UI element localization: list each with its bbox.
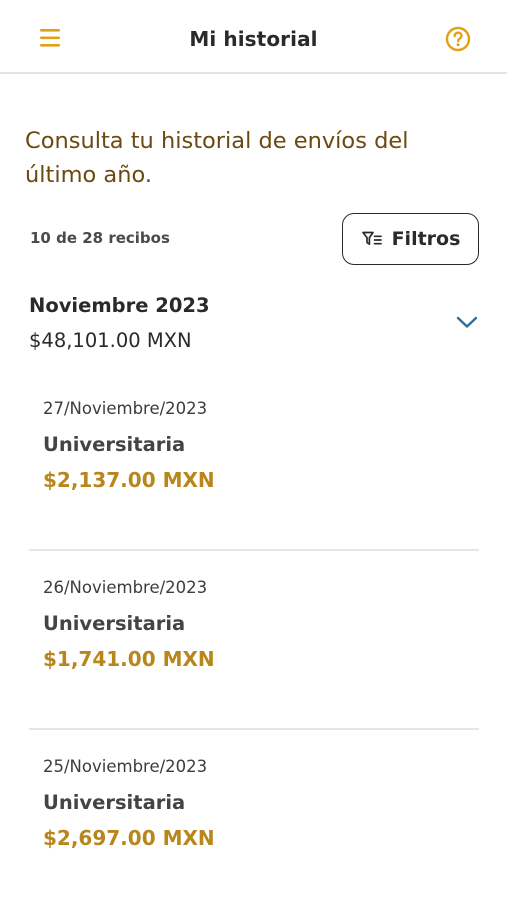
receipt-name: Universitaria <box>43 433 186 456</box>
page-title: Mi historial <box>189 27 318 51</box>
help-circle-icon <box>445 26 471 52</box>
receipt-count: 10 de 28 recibos <box>30 229 170 247</box>
intro-text: Consulta tu historial de envíos del últi… <box>25 128 409 188</box>
filters-button[interactable]: Filtros <box>342 213 479 265</box>
receipt-amount: $2,137.00 MXN <box>43 468 215 492</box>
filter-icon <box>361 230 383 248</box>
receipt-amount: $1,741.00 MXN <box>43 647 215 671</box>
month-total: $48,101.00 MXN <box>29 329 192 352</box>
receipt-item[interactable]: 26/Noviembre/2023 Universitaria $1,741.0… <box>29 578 479 740</box>
receipt-name: Universitaria <box>43 791 186 814</box>
month-title: Noviembre 2023 <box>29 294 210 317</box>
help-button[interactable] <box>444 25 472 53</box>
receipt-name: Universitaria <box>43 612 186 635</box>
receipt-date: 25/Noviembre/2023 <box>43 757 208 776</box>
app-header: Mi historial <box>0 0 507 74</box>
receipt-item[interactable]: 27/Noviembre/2023 Universitaria $2,137.0… <box>29 399 479 561</box>
filters-label: Filtros <box>391 228 461 250</box>
receipt-date: 26/Noviembre/2023 <box>43 578 208 597</box>
receipt-item[interactable]: 25/Noviembre/2023 Universitaria $2,697.0… <box>29 757 479 919</box>
chevron-down-icon <box>455 314 479 330</box>
receipt-amount: $2,697.00 MXN <box>43 826 215 850</box>
divider <box>29 549 479 551</box>
receipt-date: 27/Noviembre/2023 <box>43 399 208 418</box>
month-section-toggle[interactable]: Noviembre 2023 $48,101.00 MXN <box>0 288 507 360</box>
divider <box>29 728 479 730</box>
